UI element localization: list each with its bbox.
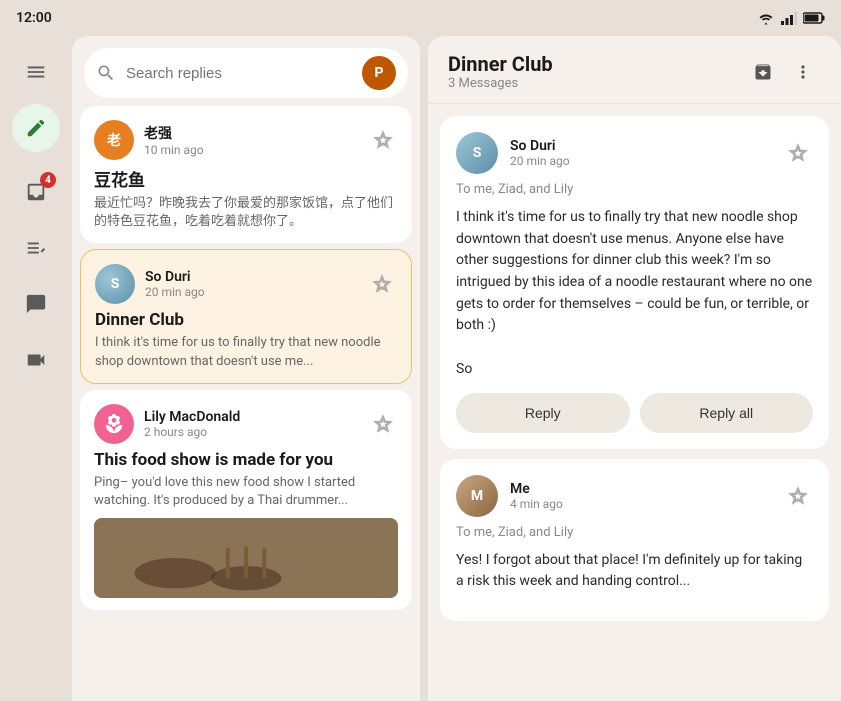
thread-sender-info: Me 4 min ago: [510, 481, 771, 511]
signal-icon: [781, 12, 797, 25]
message-subject: This food show is made for you: [94, 450, 398, 470]
sender-name: Lily MacDonald: [144, 409, 358, 425]
avatar: S: [456, 132, 498, 174]
thread-card-header: S So Duri 20 min ago: [456, 132, 813, 174]
status-time: 12:00: [16, 10, 52, 26]
message-preview: 最近忙吗？昨晚我去了你最爱的那家饭馆，点了他们的特色豆花鱼，吃着吃着就想你了。: [94, 195, 398, 231]
sidebar-item-notes[interactable]: [12, 224, 60, 272]
left-panel: P 老 老强 10 min ago 豆花鱼 最近忙吗？昨晚我去了你最爱的那家饭馆…: [72, 36, 420, 701]
star-icon: [788, 486, 808, 506]
search-bar[interactable]: P: [84, 48, 408, 98]
search-input[interactable]: [126, 65, 352, 82]
thread-body: Yes! I forgot about that place! I'm defi…: [456, 550, 813, 593]
battery-icon: [803, 12, 825, 24]
thread-time: 20 min ago: [510, 154, 771, 168]
sidebar-item-video[interactable]: [12, 336, 60, 384]
avatar: 老: [94, 120, 134, 160]
more-button[interactable]: [785, 54, 821, 90]
message-time: 2 hours ago: [144, 425, 358, 439]
thread-card-header: M Me 4 min ago: [456, 475, 813, 517]
more-vert-icon: [793, 62, 813, 82]
thread-sender-info: So Duri 20 min ago: [510, 138, 771, 168]
thread-title: Dinner Club: [448, 52, 553, 76]
star-button[interactable]: [368, 125, 398, 155]
star-icon: [372, 274, 392, 294]
message-subject: Dinner Club: [95, 310, 397, 330]
thread-sender-name: So Duri: [510, 138, 771, 154]
sidebar-item-menu[interactable]: [12, 48, 60, 96]
right-header-text: Dinner Club 3 Messages: [448, 52, 553, 91]
message-card-header: S So Duri 20 min ago: [95, 264, 397, 304]
star-button[interactable]: [367, 269, 397, 299]
inbox-badge: 4: [40, 172, 56, 188]
message-time: 10 min ago: [144, 143, 358, 157]
search-icon: [96, 63, 116, 83]
message-time: 20 min ago: [145, 285, 357, 299]
flower-icon: [103, 413, 125, 435]
star-icon: [373, 130, 393, 150]
sidebar-nav: 4: [0, 36, 72, 701]
avatar: M: [456, 475, 498, 517]
edit-icon: [25, 117, 47, 139]
thread-recipients: To me, Ziad, and Lily: [456, 182, 813, 197]
avatar: [94, 404, 134, 444]
archive-button[interactable]: [745, 54, 781, 90]
star-button[interactable]: [368, 409, 398, 439]
message-list: 老 老强 10 min ago 豆花鱼 最近忙吗？昨晚我去了你最爱的那家饭馆，点…: [72, 106, 420, 701]
archive-icon: [753, 62, 773, 82]
sidebar-item-compose[interactable]: [12, 104, 60, 152]
thread-card: S So Duri 20 min ago To me, Ziad, and Li…: [440, 116, 829, 449]
menu-icon: [25, 61, 47, 83]
message-card-header: 老 老强 10 min ago: [94, 120, 398, 160]
thread-sender-name: Me: [510, 481, 771, 497]
star-icon: [788, 143, 808, 163]
reply-button[interactable]: Reply: [456, 393, 630, 433]
status-bar: 12:00: [0, 0, 841, 36]
thread-time: 4 min ago: [510, 497, 771, 511]
star-icon: [373, 414, 393, 434]
wifi-icon: [757, 12, 775, 25]
message-subject: 豆花鱼: [94, 166, 398, 191]
message-card[interactable]: S So Duri 20 min ago Dinner Club I think…: [80, 249, 412, 383]
sidebar-item-inbox[interactable]: 4: [12, 168, 60, 216]
sidebar-item-chat[interactable]: [12, 280, 60, 328]
video-icon: [25, 349, 47, 371]
thread-actions: Reply Reply all: [456, 393, 813, 433]
right-panel: Dinner Club 3 Messages S So Duri: [428, 36, 841, 701]
message-card-header: Lily MacDonald 2 hours ago: [94, 404, 398, 444]
avatar: S: [95, 264, 135, 304]
thread-subtitle: 3 Messages: [448, 76, 553, 91]
food-image: [94, 518, 398, 598]
thread-recipients: To me, Ziad, and Lily: [456, 525, 813, 540]
message-image-preview: [94, 518, 398, 598]
message-preview: Ping– you'd love this new food show I st…: [94, 474, 398, 510]
thread-body: I think it's time for us to finally try …: [456, 207, 813, 381]
sender-info: Lily MacDonald 2 hours ago: [144, 409, 358, 439]
star-button[interactable]: [783, 481, 813, 511]
thread-card: M Me 4 min ago To me, Ziad, and Lily Yes…: [440, 459, 829, 621]
sender-name: So Duri: [145, 269, 357, 285]
message-card[interactable]: 老 老强 10 min ago 豆花鱼 最近忙吗？昨晚我去了你最爱的那家饭馆，点…: [80, 106, 412, 243]
chat-icon: [25, 293, 47, 315]
right-header: Dinner Club 3 Messages: [428, 36, 841, 104]
reply-all-button[interactable]: Reply all: [640, 393, 814, 433]
sender-info: So Duri 20 min ago: [145, 269, 357, 299]
main-layout: 4 P 老: [0, 36, 841, 701]
sender-info: 老强 10 min ago: [144, 123, 358, 157]
status-icons: [757, 12, 825, 25]
user-avatar[interactable]: P: [362, 56, 396, 90]
notes-icon: [25, 237, 47, 259]
message-card[interactable]: Lily MacDonald 2 hours ago This food sho…: [80, 390, 412, 610]
sender-name: 老强: [144, 123, 358, 143]
thread-list: S So Duri 20 min ago To me, Ziad, and Li…: [428, 104, 841, 701]
star-button[interactable]: [783, 138, 813, 168]
right-header-actions: [745, 54, 821, 90]
message-preview: I think it's time for us to finally try …: [95, 334, 397, 370]
